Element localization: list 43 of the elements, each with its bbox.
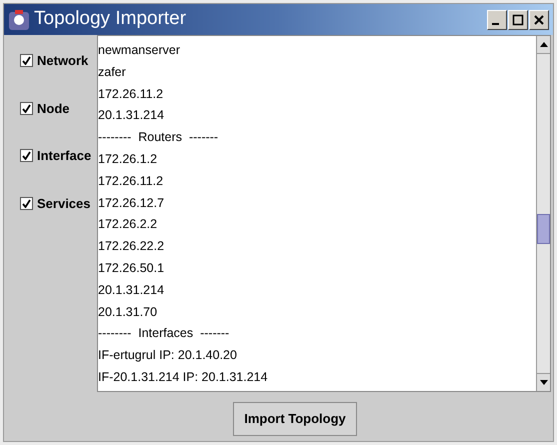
minimize-button[interactable] bbox=[487, 10, 507, 30]
close-button[interactable] bbox=[529, 10, 549, 30]
maximize-button[interactable] bbox=[508, 10, 528, 30]
scroll-down-button[interactable] bbox=[537, 373, 550, 391]
output-line: 20.1.31.214 bbox=[98, 107, 166, 124]
check-icon bbox=[22, 151, 31, 160]
output-line: 172.26.22.2 bbox=[98, 238, 166, 256]
output-line: 20.1.31.214 bbox=[98, 282, 166, 299]
import-button[interactable]: Import Topology bbox=[233, 402, 357, 436]
output-line: zafer bbox=[98, 64, 127, 81]
checkbox[interactable] bbox=[20, 149, 33, 162]
app-icon bbox=[8, 8, 30, 30]
vertical-scrollbar[interactable] bbox=[536, 36, 550, 391]
output-line: IF-20.1.31.214 IP: 20.1.31.214 bbox=[98, 368, 269, 386]
checkbox[interactable] bbox=[20, 196, 33, 210]
output-line: 172.26.11.2 bbox=[98, 172, 164, 190]
maximize-icon bbox=[512, 14, 524, 26]
output-line: 172.26.12.7 bbox=[98, 194, 166, 212]
output-line: -------- Interfaces ------- bbox=[98, 325, 230, 342]
down-arrow-icon bbox=[540, 380, 548, 385]
checkbox-label: Interface bbox=[37, 147, 92, 165]
checkbox-label: Network bbox=[37, 52, 88, 70]
check-icon bbox=[22, 56, 31, 66]
minimize-icon bbox=[492, 22, 498, 24]
output-line: 172.26.50.1 bbox=[98, 260, 166, 277]
output-line: 20.1.31.70 bbox=[98, 304, 158, 321]
output-line: 172.26.11.2 bbox=[98, 86, 164, 103]
checkbox[interactable] bbox=[20, 54, 33, 68]
checkbox-label: Node bbox=[37, 100, 70, 118]
window-title: Topology Importer bbox=[34, 7, 188, 32]
scroll-up-button[interactable] bbox=[537, 36, 550, 54]
check-icon bbox=[22, 198, 31, 208]
output-line: 172.26.2.2 bbox=[98, 216, 158, 234]
check-icon bbox=[22, 104, 31, 113]
scrollbar-thumb[interactable] bbox=[537, 214, 550, 244]
checkbox-label: Services bbox=[37, 194, 90, 212]
output-line: -------- Routers ------- bbox=[98, 129, 220, 146]
up-arrow-icon bbox=[540, 42, 548, 47]
output-line: IF-ertugrul IP: 20.1.40.20 bbox=[98, 347, 238, 364]
checkbox[interactable] bbox=[20, 102, 33, 115]
output-line: 172.26.1.2 bbox=[98, 150, 158, 168]
output-line: newmanserver bbox=[98, 42, 181, 59]
close-icon bbox=[533, 14, 545, 26]
